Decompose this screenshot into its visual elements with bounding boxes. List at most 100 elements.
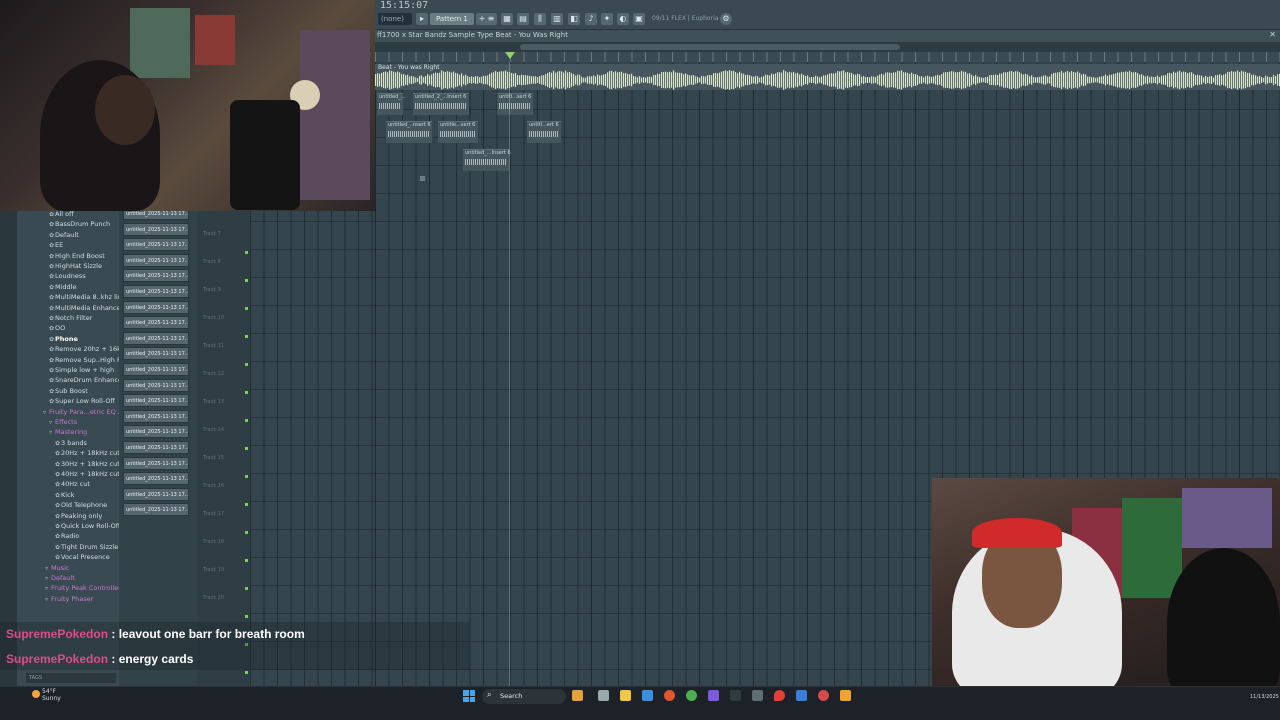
browser-folder[interactable]: ▿ Mastering bbox=[17, 427, 119, 437]
channel-button[interactable]: untitled_2025-11-13 17... bbox=[123, 441, 189, 454]
mic-icon[interactable]: ♪ bbox=[585, 13, 597, 25]
browser-preset[interactable]: ✿Sub Boost bbox=[17, 386, 119, 396]
browser-folder[interactable]: ▿ Fruity Para...etric EQ 2 bbox=[17, 407, 119, 417]
channel-rack-icon[interactable]: ▤ bbox=[517, 13, 529, 25]
browser-preset[interactable]: ✿Kick bbox=[17, 490, 119, 500]
plugin-icon[interactable]: ◧ bbox=[568, 13, 580, 25]
channel-button[interactable]: untitled_2025-11-13 17... bbox=[123, 363, 189, 376]
channel-button[interactable]: untitled_2025-11-13 17... bbox=[123, 285, 189, 298]
track-name[interactable]: Track 14 bbox=[203, 427, 224, 433]
taskbar-search[interactable] bbox=[482, 689, 566, 704]
browser-preset[interactable]: ✿Simple low + high bbox=[17, 365, 119, 375]
store-icon[interactable] bbox=[642, 690, 653, 701]
channel-button[interactable]: untitled_2025-11-13 17... bbox=[123, 253, 189, 267]
browser-folder[interactable]: ▿ Effects bbox=[17, 417, 119, 427]
browser-preset[interactable]: ✿Super Low Roll-Off bbox=[17, 396, 119, 406]
channel-button[interactable]: untitled_2025-11-13 17... bbox=[123, 378, 189, 392]
browser-preset[interactable]: ✿Vocal Presence bbox=[17, 552, 119, 562]
widgets-icon[interactable] bbox=[572, 690, 583, 701]
touch-keyboard-icon[interactable]: ✦ bbox=[601, 13, 613, 25]
browser-preset[interactable]: ✿20Hz + 18kHz cut bbox=[17, 448, 119, 458]
browser-preset[interactable]: ✿Radio bbox=[17, 531, 119, 541]
clip[interactable]: untitled_2_...Insert 6 bbox=[413, 93, 469, 115]
track-led[interactable] bbox=[245, 307, 248, 310]
scrollbar-thumb[interactable] bbox=[520, 44, 900, 50]
browser-preset[interactable]: ✿Quick Low Roll-Off bbox=[17, 521, 119, 531]
browser-preset[interactable]: ✿Default bbox=[17, 230, 119, 240]
weather-widget[interactable]: 54°F Sunny bbox=[42, 688, 61, 702]
browser-folder[interactable]: ▿ Fruity Phaser bbox=[17, 594, 119, 604]
file-explorer-icon[interactable] bbox=[620, 690, 631, 701]
browser-preset[interactable]: ✿BassDrum Punch bbox=[17, 219, 119, 229]
track-led[interactable] bbox=[245, 363, 248, 366]
browser-panel[interactable]: ✿All off ✿BassDrum Punch ✿Default ✿EE ✿High … bbox=[17, 211, 119, 687]
channel-rack-panel[interactable]: untitled_2025-11-13 17... untitled_2025-1… bbox=[119, 207, 197, 687]
app-icon[interactable] bbox=[752, 690, 763, 701]
track-led[interactable] bbox=[245, 251, 248, 254]
browser-preset[interactable]: ✿Remove 20hz + 16khz + bbox=[17, 344, 119, 354]
track-name[interactable]: Track 7 bbox=[203, 231, 221, 237]
fl-studio-icon[interactable] bbox=[840, 690, 851, 701]
track-name[interactable]: Track 16 bbox=[203, 483, 224, 489]
browser-preset[interactable]: ✿MultiMedia Enhance bbox=[17, 303, 119, 313]
pattern-arrow-icon[interactable]: ▸ bbox=[416, 13, 428, 25]
browser-preset[interactable]: ✿Loudness bbox=[17, 271, 119, 281]
track-name[interactable]: Track 17 bbox=[203, 511, 224, 517]
browser-preset[interactable]: ✿Notch Filter bbox=[17, 313, 119, 323]
browser-preset[interactable]: ✿OO bbox=[17, 323, 119, 333]
browser-preset[interactable]: ✿MultiMedia 8..khz limit bbox=[17, 292, 119, 302]
browser-preset[interactable]: ✿Old Telephone bbox=[17, 500, 119, 510]
channel-button[interactable]: untitled_2025-11-13 17... bbox=[123, 222, 189, 236]
discord-icon[interactable] bbox=[708, 690, 719, 701]
browser-preset[interactable]: ✿Phone bbox=[17, 334, 119, 344]
channel-button[interactable]: untitled_2025-11-13 17... bbox=[123, 238, 189, 252]
tags-bar[interactable]: TAGS bbox=[26, 673, 116, 683]
clip[interactable]: untitled_..nsert 6 bbox=[386, 121, 432, 143]
playlist-title-bar[interactable]: ff1700 x Star Bandz Sample Type Beat - Y… bbox=[375, 30, 1280, 42]
track-led[interactable] bbox=[245, 279, 248, 282]
track-name[interactable]: Track 20 bbox=[203, 595, 224, 601]
clip[interactable]: untitled_... bbox=[377, 93, 406, 115]
track-led[interactable] bbox=[245, 587, 248, 590]
track-name[interactable]: Track 13 bbox=[203, 399, 224, 405]
browser-preset[interactable]: ✿40Hz + 18kHz cut bbox=[17, 469, 119, 479]
browser-preset[interactable]: ✿Middle bbox=[17, 282, 119, 292]
browser-preset[interactable]: ✿40Hz cut bbox=[17, 479, 119, 489]
settings-gear-icon[interactable]: ⚙ bbox=[720, 13, 732, 25]
track-name[interactable]: Track 15 bbox=[203, 455, 224, 461]
track-name[interactable]: Track 12 bbox=[203, 371, 224, 377]
clip[interactable]: untitl...ert 6 bbox=[527, 121, 561, 143]
browser-preset[interactable]: ✿3 bands bbox=[17, 438, 119, 448]
playlist-icon[interactable]: ≡ bbox=[485, 13, 497, 25]
track-led[interactable] bbox=[245, 391, 248, 394]
close-icon[interactable]: ✕ bbox=[1269, 30, 1276, 39]
channel-button[interactable]: untitled_2025-11-13 17... bbox=[123, 316, 189, 330]
browser-preset[interactable]: ✿High End Boost bbox=[17, 251, 119, 261]
browser-preset[interactable]: ✿EE bbox=[17, 240, 119, 250]
maps-icon[interactable] bbox=[774, 690, 785, 701]
chrome-icon[interactable] bbox=[686, 690, 697, 701]
browser-preset[interactable]: ✿30Hz + 18kHz cut bbox=[17, 459, 119, 469]
pattern-mode-select[interactable]: (none) bbox=[378, 13, 412, 25]
channel-button[interactable]: untitled_2025-11-13 17... bbox=[123, 487, 189, 501]
browser-preset[interactable]: ✿Tight Drum Sizzle bbox=[17, 542, 119, 552]
browser-preset[interactable]: ✿HighHat Sizzle bbox=[17, 261, 119, 271]
browser-folder[interactable]: ▿ Fruity Peak Controller bbox=[17, 583, 119, 593]
track-led[interactable] bbox=[245, 419, 248, 422]
channel-button[interactable]: untitled_2025-11-13 17... bbox=[123, 394, 189, 408]
pattern-selector[interactable]: Pattern 1 bbox=[430, 13, 474, 25]
channel-button[interactable]: untitled_2025-11-13 17... bbox=[123, 472, 189, 486]
tempo-tapper-icon[interactable]: ◐ bbox=[617, 13, 629, 25]
channel-button[interactable]: untitled_2025-11-13 17... bbox=[123, 347, 189, 361]
firefox-icon[interactable] bbox=[664, 690, 675, 701]
clip[interactable]: untitled_...Insert 6 bbox=[463, 149, 511, 171]
track-led[interactable] bbox=[245, 531, 248, 534]
browser-preset[interactable]: ✿SnareDrum Enhance bbox=[17, 375, 119, 385]
track-name[interactable]: Track 10 bbox=[203, 315, 224, 321]
channel-button[interactable]: untitled_2025-11-13 17... bbox=[123, 456, 189, 470]
track-name[interactable]: Track 19 bbox=[203, 567, 224, 573]
track-led[interactable] bbox=[245, 615, 248, 618]
obs-icon[interactable] bbox=[818, 690, 829, 701]
track-name[interactable]: Track 8 bbox=[203, 259, 221, 265]
small-clip-marker[interactable] bbox=[420, 176, 425, 181]
